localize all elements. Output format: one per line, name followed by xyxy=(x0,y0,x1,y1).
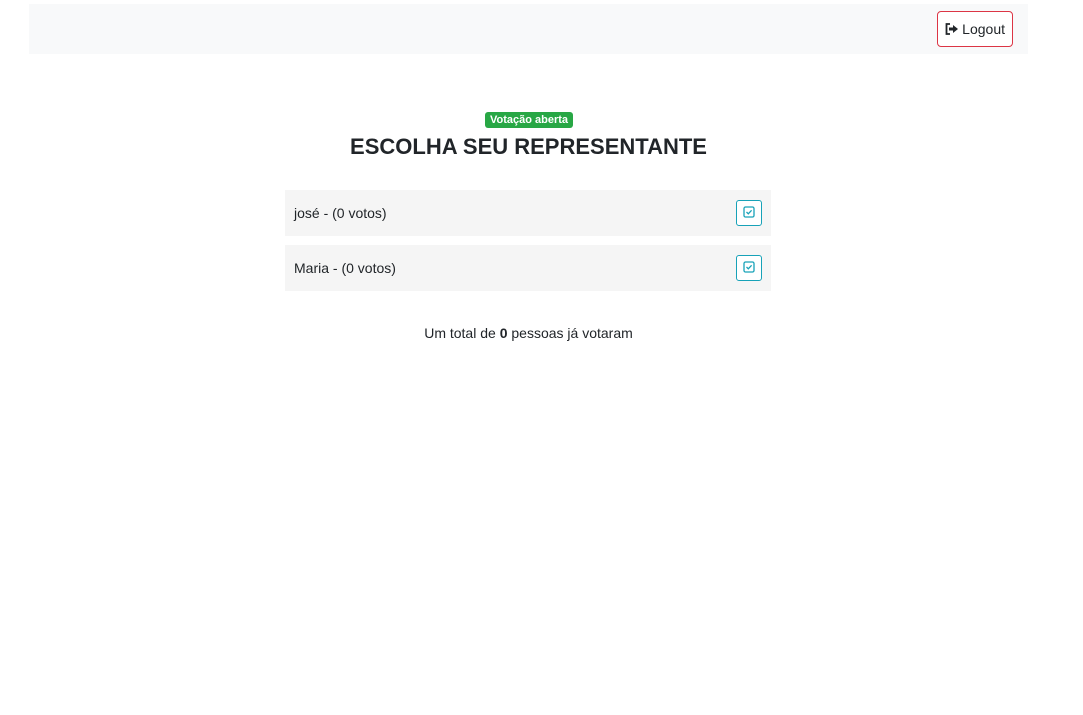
vote-button[interactable] xyxy=(736,200,762,226)
check-square-icon xyxy=(743,260,755,276)
total-suffix: pessoas já votaram xyxy=(511,325,633,341)
status-badge: Votação aberta xyxy=(485,112,574,128)
list-item: Maria - (0 votos) xyxy=(285,245,771,291)
top-navbar: Logout xyxy=(29,4,1028,54)
candidate-label: Maria - (0 votos) xyxy=(294,260,396,276)
check-square-icon xyxy=(743,205,755,221)
page-title: ESCOLHA SEU REPRESENTANTE xyxy=(350,134,707,159)
candidate-list: josé - (0 votos) Maria - (0 votos) xyxy=(285,190,771,300)
candidate-label: josé - (0 votos) xyxy=(294,205,387,221)
vote-total-text: Um total de 0 pessoas já votaram xyxy=(0,325,1057,341)
vote-button[interactable] xyxy=(736,255,762,281)
logout-button[interactable]: Logout xyxy=(937,11,1013,47)
total-prefix: Um total de xyxy=(424,325,496,341)
logout-label: Logout xyxy=(962,21,1005,37)
total-count: 0 xyxy=(499,325,508,341)
sign-out-icon xyxy=(945,23,959,35)
list-item: josé - (0 votos) xyxy=(285,190,771,236)
